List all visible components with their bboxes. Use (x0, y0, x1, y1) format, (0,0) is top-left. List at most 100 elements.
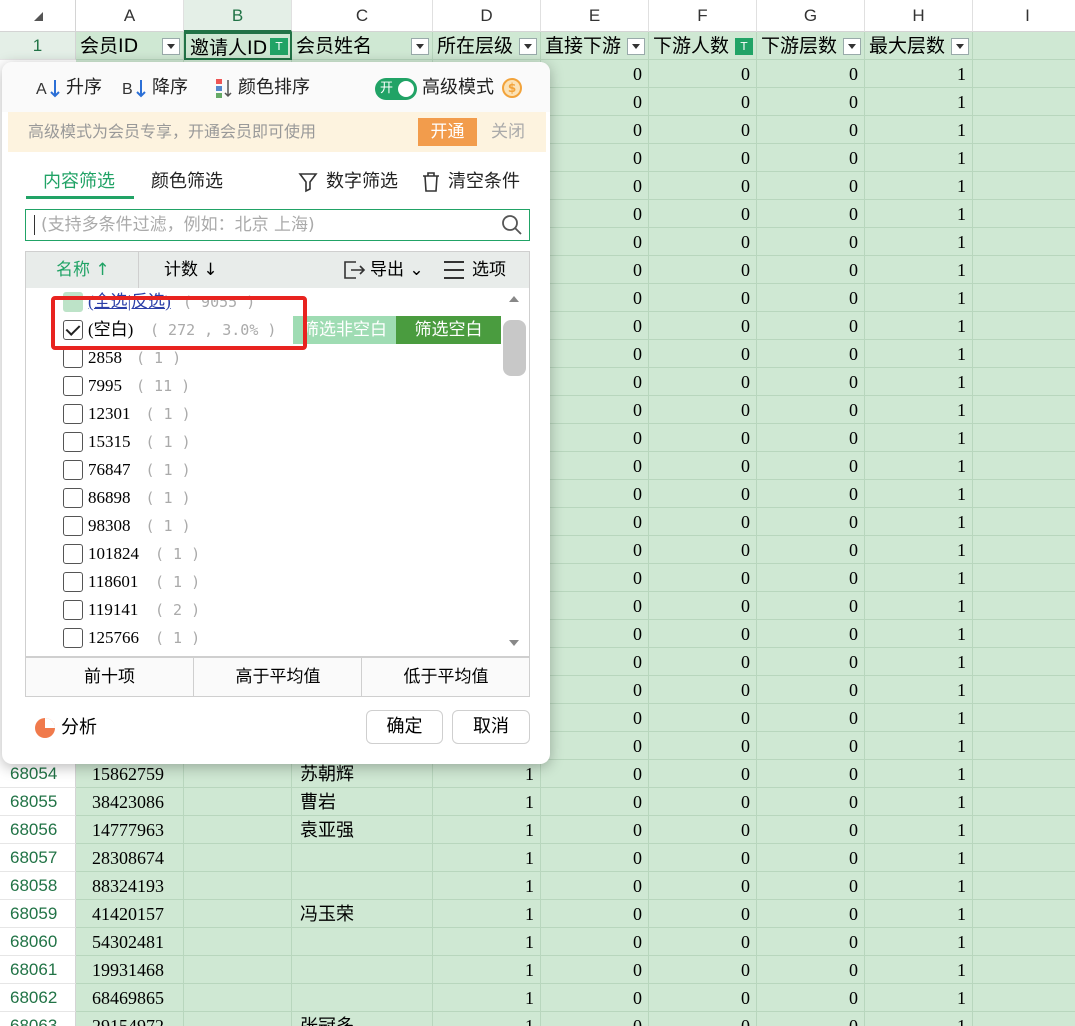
row-number[interactable]: 68061 (0, 956, 76, 984)
table-cell[interactable] (292, 956, 433, 984)
table-cell[interactable]: 0 (649, 732, 757, 760)
table-cell[interactable]: 0 (757, 480, 865, 508)
filter-dropdown-icon[interactable] (411, 38, 429, 55)
table-cell[interactable]: 0 (757, 844, 865, 872)
row-number[interactable]: 68063 (0, 1012, 76, 1026)
item-checkbox[interactable] (63, 348, 83, 368)
table-cell[interactable] (973, 200, 1075, 228)
table-cell[interactable]: 1 (433, 984, 541, 1012)
column-header-e[interactable]: E (541, 0, 649, 32)
table-cell[interactable]: 0 (649, 228, 757, 256)
number-filter-button[interactable]: 数字筛选 (298, 170, 398, 194)
table-cell[interactable]: 0 (757, 1012, 865, 1026)
table-cell[interactable]: 0 (757, 312, 865, 340)
table-cell[interactable]: 0 (649, 480, 757, 508)
table-cell[interactable]: 1 (865, 396, 973, 424)
item-checkbox[interactable] (63, 516, 83, 536)
table-cell[interactable] (973, 60, 1075, 88)
table-cell[interactable]: 0 (541, 592, 649, 620)
table-cell[interactable]: 1 (865, 984, 973, 1012)
select-all-corner[interactable] (0, 0, 76, 32)
column-header-i[interactable]: I (973, 0, 1075, 32)
table-cell[interactable]: 0 (541, 480, 649, 508)
table-cell[interactable]: 0 (757, 172, 865, 200)
table-cell[interactable]: 88324193 (76, 872, 184, 900)
table-cell[interactable]: 0 (541, 620, 649, 648)
item-checkbox[interactable] (63, 460, 83, 480)
table-cell[interactable]: 0 (757, 368, 865, 396)
table-cell[interactable]: 1 (865, 844, 973, 872)
table-cell[interactable]: 1 (865, 956, 973, 984)
table-cell[interactable]: 1 (865, 88, 973, 116)
table-cell[interactable]: 0 (541, 116, 649, 144)
filter-active-icon[interactable]: T (270, 38, 288, 55)
filter-dropdown-icon[interactable] (843, 38, 861, 55)
table-cell[interactable]: 0 (649, 620, 757, 648)
open-membership-button[interactable]: 开通 (418, 118, 477, 146)
table-cell[interactable]: 袁亚强 (292, 816, 433, 844)
table-cell[interactable]: 1 (865, 536, 973, 564)
table-cell[interactable]: 1 (433, 956, 541, 984)
table-cell[interactable] (292, 984, 433, 1012)
table-cell[interactable]: 0 (541, 732, 649, 760)
table-cell[interactable]: 0 (757, 396, 865, 424)
table-cell[interactable] (184, 760, 292, 788)
table-cell[interactable]: 1 (865, 816, 973, 844)
table-cell[interactable] (973, 172, 1075, 200)
row-number[interactable]: 68057 (0, 844, 76, 872)
table-cell[interactable] (973, 648, 1075, 676)
clear-conditions-button[interactable]: 清空条件 (420, 170, 520, 194)
header-cell-i[interactable] (973, 32, 1075, 60)
table-cell[interactable]: 1 (865, 172, 973, 200)
table-cell[interactable] (973, 816, 1075, 844)
table-cell[interactable]: 0 (541, 144, 649, 172)
row-number[interactable]: 68055 (0, 788, 76, 816)
table-cell[interactable]: 1 (865, 788, 973, 816)
table-cell[interactable]: 0 (649, 144, 757, 172)
table-cell[interactable]: 0 (541, 172, 649, 200)
table-cell[interactable]: 曹岩 (292, 788, 433, 816)
close-promo-button[interactable]: 关闭 (491, 112, 525, 152)
table-cell[interactable]: 1 (865, 480, 973, 508)
table-cell[interactable]: 0 (649, 844, 757, 872)
table-cell[interactable]: 0 (541, 928, 649, 956)
table-cell[interactable]: 0 (649, 760, 757, 788)
table-cell[interactable]: 0 (757, 340, 865, 368)
table-cell[interactable]: 0 (649, 536, 757, 564)
table-cell[interactable]: 0 (757, 200, 865, 228)
filter-dropdown-icon[interactable] (627, 38, 645, 55)
table-cell[interactable]: 0 (757, 284, 865, 312)
table-cell[interactable]: 0 (541, 816, 649, 844)
table-cell[interactable]: 38423086 (76, 788, 184, 816)
table-cell[interactable]: 14777963 (76, 816, 184, 844)
table-cell[interactable]: 1 (865, 704, 973, 732)
confirm-button[interactable]: 确定 (366, 710, 443, 744)
table-cell[interactable] (973, 1012, 1075, 1026)
table-cell[interactable]: 0 (541, 200, 649, 228)
table-cell[interactable]: 0 (649, 788, 757, 816)
table-cell[interactable]: 0 (649, 872, 757, 900)
scroll-up-icon[interactable] (509, 296, 519, 302)
above-average-button[interactable]: 高于平均值 (193, 658, 362, 696)
table-cell[interactable]: 0 (649, 340, 757, 368)
column-header-g[interactable]: G (757, 0, 865, 32)
table-cell[interactable]: 0 (649, 256, 757, 284)
table-cell[interactable]: 0 (757, 872, 865, 900)
item-checkbox[interactable] (63, 572, 83, 592)
table-cell[interactable]: 0 (649, 60, 757, 88)
table-cell[interactable] (184, 928, 292, 956)
table-cell[interactable]: 0 (649, 648, 757, 676)
table-cell[interactable]: 0 (541, 956, 649, 984)
table-cell[interactable]: 1 (433, 816, 541, 844)
table-cell[interactable]: 1 (865, 116, 973, 144)
item-checkbox[interactable] (63, 404, 83, 424)
table-cell[interactable] (184, 816, 292, 844)
table-cell[interactable]: 0 (541, 900, 649, 928)
table-cell[interactable]: 0 (757, 956, 865, 984)
table-cell[interactable]: 1 (433, 928, 541, 956)
table-cell[interactable]: 1 (865, 900, 973, 928)
table-cell[interactable]: 0 (649, 424, 757, 452)
table-cell[interactable]: 0 (757, 228, 865, 256)
table-cell[interactable]: 0 (757, 984, 865, 1012)
filter-list-item[interactable]: 86898 ( 1 ) (26, 484, 501, 512)
